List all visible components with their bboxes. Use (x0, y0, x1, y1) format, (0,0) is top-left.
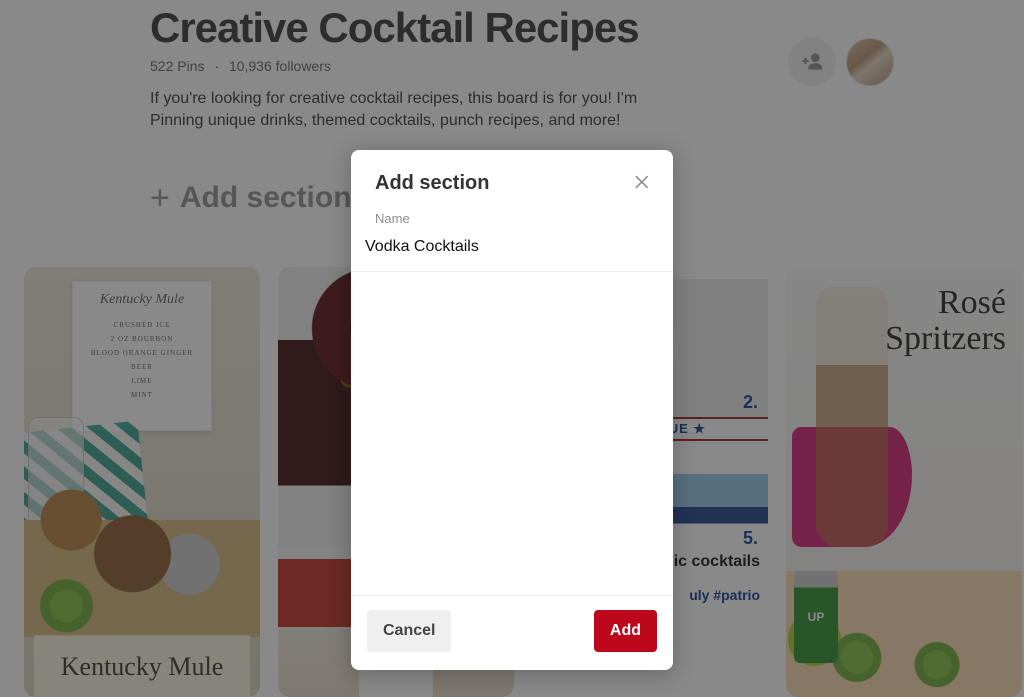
modal-body (351, 271, 673, 595)
close-icon (633, 172, 653, 192)
modal-title: Add section (375, 172, 649, 195)
add-section-modal: Add section Name Cancel Add (351, 150, 673, 670)
add-button[interactable]: Add (594, 610, 657, 652)
modal-header: Add section (351, 150, 673, 205)
close-button[interactable] (629, 168, 657, 196)
section-name-label: Name (351, 205, 673, 226)
section-name-input[interactable] (365, 226, 659, 271)
modal-footer: Cancel Add (351, 595, 673, 670)
cancel-button[interactable]: Cancel (367, 610, 451, 652)
